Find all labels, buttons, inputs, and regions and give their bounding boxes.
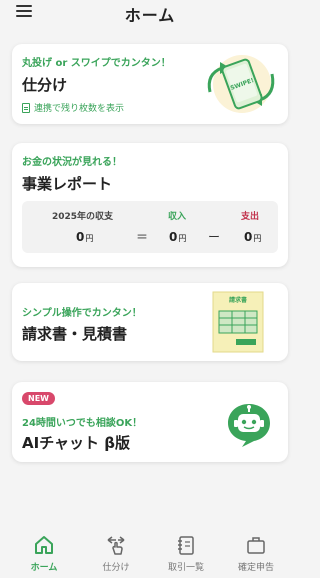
header: ホーム	[0, 0, 300, 26]
report-summary-box: 2025年の収支 収入 支出 0円 ＝ 0円 ー 0円	[22, 201, 278, 253]
income-label: 収入	[168, 212, 187, 222]
ai-chat-subtitle: 24時間いつでも相談OK！	[22, 418, 143, 429]
chatbot-icon	[228, 404, 270, 447]
invoice-document-illustration: 請求書	[212, 291, 264, 353]
bottom-navigation: ホーム 仕分け 取引一覧 確定申告	[0, 526, 300, 578]
nav-home-label: ホーム	[30, 563, 58, 573]
nav-transactions[interactable]: 取引一覧	[156, 534, 216, 573]
business-report-title: 事業レポート	[22, 175, 113, 193]
swipe-hand-icon	[107, 536, 125, 555]
nav-sorting-label: 仕分け	[102, 563, 130, 573]
page-title: ホーム	[124, 6, 176, 25]
ai-chat-card[interactable]: NEW 24時間いつでも相談OK！ AIチャット β版	[12, 382, 288, 462]
notebook-icon	[178, 536, 194, 555]
balance-value: 0円	[76, 230, 94, 244]
nav-home[interactable]: ホーム	[14, 534, 74, 573]
income-value: 0円	[169, 230, 187, 244]
new-badge: NEW	[22, 392, 55, 405]
swipe-phone-illustration: SWIPE!	[207, 55, 275, 113]
home-icon	[35, 536, 53, 554]
expense-value: 0円	[244, 230, 262, 244]
invoice-card-subtitle: シンプル操作でカンタン！	[22, 308, 142, 319]
business-report-card[interactable]: お金の状況が見れる！ 事業レポート 2025年の収支 収入 支出 0円 ＝ 0円…	[12, 143, 288, 267]
briefcase-icon	[247, 537, 265, 554]
nav-transactions-label: 取引一覧	[167, 563, 204, 573]
minus-sign: ー	[208, 230, 221, 244]
invoice-card[interactable]: シンプル操作でカンタン！ 請求書・見積書 請求書	[12, 283, 288, 361]
document-icon	[22, 102, 30, 113]
invoice-illustration-text: 請求書	[229, 296, 247, 304]
year-balance-label: 2025年の収支	[52, 212, 114, 222]
invoice-card-title: 請求書・見積書	[22, 325, 128, 343]
equals-sign: ＝	[136, 230, 149, 244]
nav-tax-return[interactable]: 確定申告	[226, 534, 286, 573]
sorting-card[interactable]: 丸投げ or スワイプでカンタン！ 仕分け 連携で残り枚数を表示 SWIPE!	[12, 44, 288, 124]
nav-sorting[interactable]: 仕分け	[86, 534, 146, 573]
sorting-card-subtitle: 丸投げ or スワイプでカンタン！	[22, 58, 171, 69]
ai-chat-title: AIチャット β版	[22, 434, 130, 452]
business-report-subtitle: お金の状況が見れる！	[22, 157, 122, 168]
expense-label: 支出	[241, 212, 260, 222]
nav-tax-return-label: 確定申告	[237, 563, 274, 573]
sorting-card-title: 仕分け	[22, 76, 68, 94]
remaining-count-link-label: 連携で残り枚数を表示	[34, 104, 125, 114]
remaining-count-link[interactable]: 連携で残り枚数を表示	[22, 101, 124, 114]
